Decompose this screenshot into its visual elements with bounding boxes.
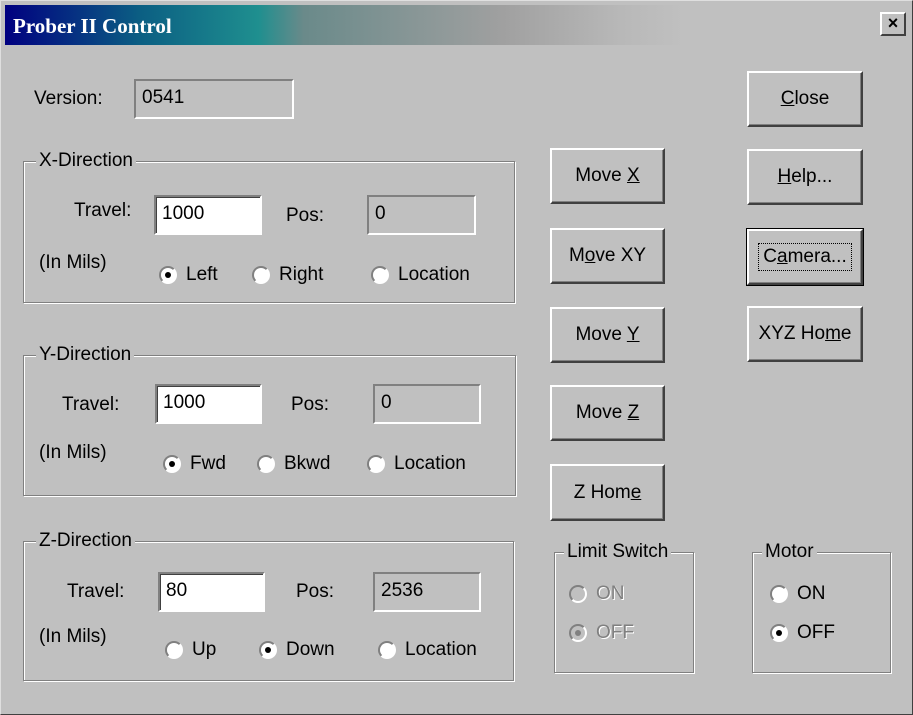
z-down-radio-label: Down [286, 639, 335, 660]
x-location-radio[interactable]: Location [371, 264, 470, 286]
y-direction-title: Y-Direction [36, 344, 135, 366]
z-pos-field: 2536 [373, 572, 481, 612]
y-travel-label: Travel: [62, 394, 120, 415]
z-location-radio[interactable]: Location [378, 639, 477, 661]
y-travel-input[interactable]: 1000 [155, 384, 262, 424]
x-units-label: (In Mils) [39, 252, 107, 273]
z-pos-label: Pos: [296, 581, 335, 602]
x-left-radio-indicator [159, 266, 177, 284]
z-down-radio-indicator [259, 641, 277, 659]
motor-on-radio[interactable]: ON [770, 583, 826, 605]
version-field: 0541 [134, 79, 294, 119]
limit-switch-off-label: OFF [596, 622, 634, 643]
z-travel-label: Travel: [67, 581, 125, 602]
y-fwd-radio[interactable]: Fwd [163, 453, 226, 475]
y-bkwd-radio[interactable]: Bkwd [257, 453, 330, 475]
z-direction-title: Z-Direction [36, 530, 135, 552]
x-location-radio-label: Location [398, 264, 470, 285]
z-location-radio-label: Location [405, 639, 477, 660]
x-right-radio-indicator [252, 266, 270, 284]
camera-button[interactable]: Camera... [746, 228, 864, 286]
z-up-radio-indicator [165, 641, 183, 659]
motor-on-label: ON [797, 583, 826, 604]
camera-label: Camera... [758, 243, 852, 271]
z-down-radio[interactable]: Down [259, 639, 335, 661]
xyz-home-button[interactable]: XYZ Home [747, 306, 863, 362]
x-left-radio-label: Left [186, 264, 218, 285]
z-up-radio-label: Up [192, 639, 217, 660]
limit-switch-on-radio: ON [569, 583, 625, 605]
xyz-home-label: XYZ Home [758, 323, 852, 344]
x-travel-label: Travel: [74, 200, 132, 221]
motor-title: Motor [762, 541, 817, 563]
z-home-button[interactable]: Z Home [550, 464, 665, 521]
limit-switch-title: Limit Switch [564, 541, 672, 563]
x-direction-title: X-Direction [36, 150, 136, 172]
limit-switch-off-radio: OFF [569, 622, 634, 644]
motor-off-radio[interactable]: OFF [770, 622, 835, 644]
y-location-radio-indicator [367, 455, 385, 473]
y-bkwd-radio-label: Bkwd [284, 453, 331, 474]
y-location-radio-label: Location [394, 453, 466, 474]
motor-on-indicator [770, 585, 788, 603]
z-travel-input[interactable]: 80 [158, 572, 265, 612]
y-location-radio[interactable]: Location [367, 453, 466, 475]
y-fwd-radio-label: Fwd [190, 453, 226, 474]
move-x-label: Move X [575, 165, 640, 186]
x-left-radio[interactable]: Left [159, 264, 218, 286]
help-button[interactable]: Help... [747, 149, 863, 205]
x-right-radio-label: Right [279, 264, 324, 285]
move-x-button[interactable]: Move X [550, 148, 665, 204]
close-window-button[interactable]: × [880, 12, 906, 36]
y-pos-field: 0 [373, 384, 481, 424]
close-button[interactable]: Close [747, 71, 863, 127]
close-label: Close [780, 88, 830, 109]
z-location-radio-indicator [378, 641, 396, 659]
limit-switch-off-indicator [569, 624, 587, 642]
limit-switch-group: Limit Switch [554, 541, 694, 673]
y-pos-label: Pos: [291, 394, 330, 415]
z-units-label: (In Mils) [39, 626, 107, 647]
move-y-label: Move Y [575, 324, 640, 345]
limit-switch-on-indicator [569, 585, 587, 603]
x-pos-label: Pos: [286, 205, 325, 226]
move-z-label: Move Z [575, 402, 640, 423]
motor-off-label: OFF [797, 622, 835, 643]
z-up-radio[interactable]: Up [165, 639, 216, 661]
move-z-button[interactable]: Move Z [550, 385, 665, 441]
y-fwd-radio-indicator [163, 455, 181, 473]
version-label: Version: [34, 88, 103, 109]
help-label: Help... [777, 166, 833, 187]
move-y-button[interactable]: Move Y [550, 307, 665, 363]
z-home-label: Z Home [573, 481, 642, 503]
x-pos-field: 0 [367, 195, 476, 235]
prober-control-dialog: Prober II Control × Version: 0541 X-Dire… [0, 0, 913, 715]
x-travel-input[interactable]: 1000 [154, 195, 262, 235]
x-location-radio-indicator [371, 266, 389, 284]
x-right-radio[interactable]: Right [252, 264, 323, 286]
move-xy-button[interactable]: Move XY [550, 228, 665, 284]
y-units-label: (In Mils) [39, 442, 107, 463]
limit-switch-on-label: ON [596, 583, 625, 604]
window-title: Prober II Control [13, 14, 172, 38]
title-bar: Prober II Control × [5, 5, 910, 45]
move-xy-label: Move XY [568, 245, 647, 266]
motor-off-indicator [770, 624, 788, 642]
y-bkwd-radio-indicator [257, 455, 275, 473]
motor-group: Motor [752, 541, 891, 673]
